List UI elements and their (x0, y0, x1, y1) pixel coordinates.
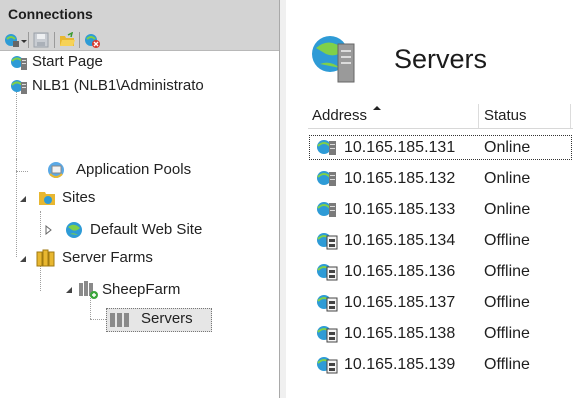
server-status: Offline (484, 325, 530, 342)
tree-line (16, 159, 17, 257)
tree-item-sites[interactable]: Sites (18, 187, 218, 209)
tree-item-start-page[interactable]: Start Page (10, 51, 270, 73)
tree-item-label: Default Web Site (90, 221, 203, 238)
collapse-arrow-icon[interactable] (18, 194, 28, 204)
connections-tree: Start Page NLB1 (NLB1\Administrato Appli… (0, 51, 279, 398)
connections-header: Connections (0, 0, 279, 51)
offline-server-icon (317, 326, 338, 343)
offline-server-icon (317, 233, 338, 250)
server-address: 10.165.185.132 (344, 170, 456, 187)
page-header: Servers (286, 0, 573, 88)
connect-dropdown-icon[interactable] (20, 32, 28, 48)
sort-ascending-icon (373, 106, 381, 110)
server-status: Offline (484, 232, 530, 249)
tree-item-label: Servers (141, 310, 193, 327)
offline-server-icon (317, 295, 338, 312)
table-header: Address Status (308, 104, 573, 129)
server-address: 10.165.185.134 (344, 232, 456, 249)
online-server-icon (317, 202, 336, 217)
server-address: 10.165.185.131 (344, 139, 456, 156)
server-address: 10.165.185.138 (344, 325, 456, 342)
tree-item-label: Sites (62, 189, 96, 206)
table-row[interactable]: 10.165.185.136 Offline (308, 258, 573, 289)
tree-item-label: Start Page (32, 53, 103, 70)
connections-pane: Connections Start Page NLB1 (NLB1\Admini… (0, 0, 280, 398)
column-divider[interactable] (478, 104, 479, 128)
connections-title: Connections (8, 6, 93, 22)
tree-line (16, 87, 17, 159)
server-address: 10.165.185.137 (344, 294, 456, 311)
table-row[interactable]: 10.165.185.133 Online (308, 196, 573, 227)
table-row[interactable]: 10.165.185.134 Offline (308, 227, 573, 258)
table-row[interactable]: 10.165.185.131 Online (308, 134, 573, 161)
table-row[interactable]: 10.165.185.138 Offline (308, 320, 573, 351)
server-status: Offline (484, 263, 530, 280)
column-header-status[interactable]: Status (484, 107, 527, 124)
tree-item-server[interactable]: NLB1 (NLB1\Administrato (10, 75, 279, 97)
table-row[interactable]: 10.165.185.139 Offline (308, 351, 573, 382)
globe-icon (66, 222, 82, 238)
tree-item-label: Application Pools (76, 161, 192, 178)
tree-item-label: SheepFarm (102, 281, 181, 298)
tree-item-server-farms[interactable]: Server Farms (18, 247, 218, 269)
farm-icon (79, 281, 98, 299)
connections-toolbar (4, 30, 274, 50)
server-address: 10.165.185.133 (344, 201, 456, 218)
column-divider[interactable] (570, 104, 571, 128)
expand-arrow-icon[interactable] (44, 225, 54, 235)
page-title: Servers (394, 44, 488, 74)
offline-server-icon (317, 264, 338, 281)
tree-item-default-web-site[interactable]: Default Web Site (44, 219, 274, 241)
server-icon (11, 80, 27, 94)
table-row[interactable]: 10.165.185.132 Online (308, 165, 573, 196)
table-row[interactable]: 10.165.185.137 Offline (308, 289, 573, 320)
start-page-icon (11, 56, 27, 70)
offline-server-icon (317, 357, 338, 374)
servers-globe-icon (312, 36, 355, 83)
server-status: Offline (484, 294, 530, 311)
open-folder-icon[interactable] (59, 31, 75, 48)
server-status: Online (484, 139, 531, 156)
collapse-arrow-icon[interactable] (18, 254, 28, 264)
server-farms-icon (36, 249, 55, 267)
server-status: Online (484, 170, 531, 187)
tree-item-application-pools[interactable]: Application Pools (48, 159, 254, 181)
toolbar-divider (79, 32, 80, 48)
column-header-address[interactable]: Address (312, 107, 367, 124)
tree-item-servers[interactable]: Servers (106, 308, 212, 332)
server-address: 10.165.185.139 (344, 356, 456, 373)
toolbar-divider (54, 32, 55, 48)
collapse-arrow-icon[interactable] (64, 285, 74, 295)
servers-icon (110, 313, 129, 327)
online-server-icon (317, 171, 336, 186)
servers-page: Servers Address Status 10.165.185.131 On… (286, 0, 573, 398)
server-address: 10.165.185.136 (344, 263, 456, 280)
online-server-icon (317, 140, 336, 155)
disconnect-icon[interactable] (84, 32, 100, 48)
toolbar-divider (28, 32, 29, 48)
server-status: Online (484, 201, 531, 218)
tree-item-label: Server Farms (62, 249, 153, 266)
sites-folder-icon (39, 192, 55, 205)
tree-line (40, 211, 41, 237)
server-status: Offline (484, 356, 530, 373)
application-pools-icon (48, 162, 64, 178)
connect-icon[interactable] (4, 32, 20, 48)
tree-item-label: NLB1 (NLB1\Administrato (32, 77, 204, 94)
tree-item-sheepfarm[interactable]: SheepFarm (64, 279, 244, 301)
tree-line (16, 171, 28, 172)
save-icon[interactable] (33, 32, 49, 48)
